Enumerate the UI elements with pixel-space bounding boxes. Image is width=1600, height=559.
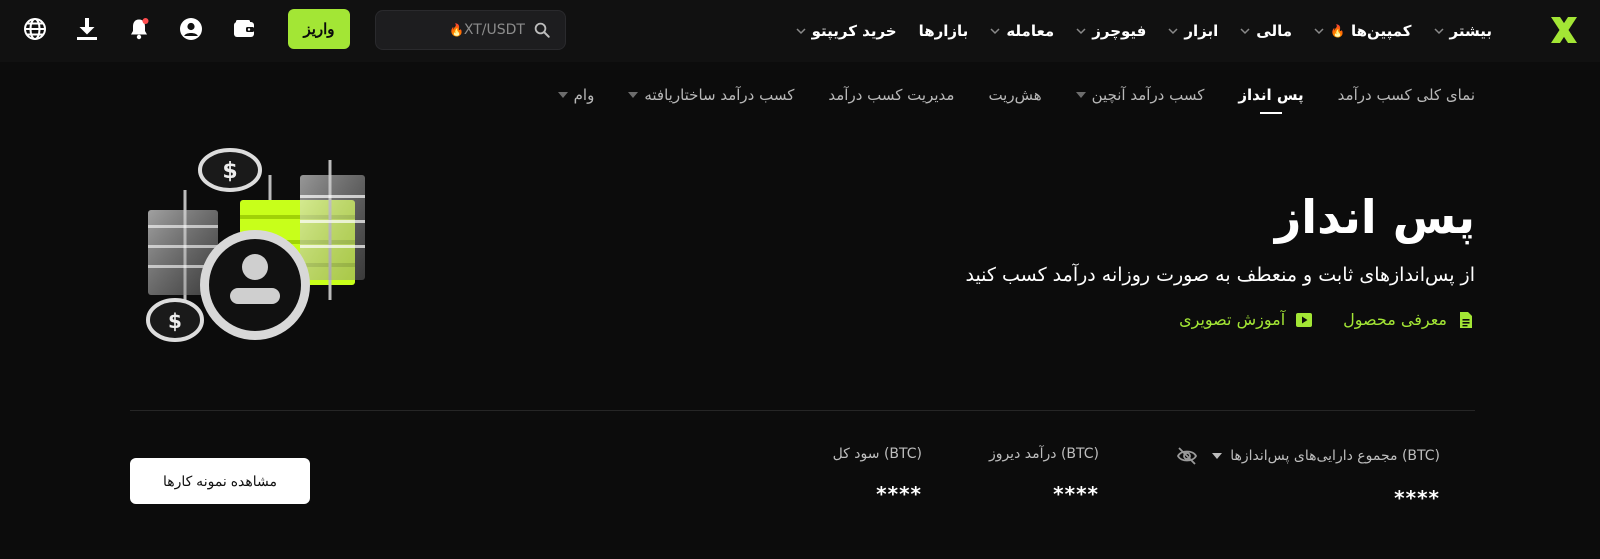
main-menu: خرید کریپتو بازارها معامله فیوچرز ابزار مالی ک… [796, 0, 1492, 62]
download-icon[interactable] [74, 16, 100, 42]
yesterday-income-value: **** [1053, 482, 1099, 506]
nav-item[interactable]: بازارها [919, 22, 969, 40]
caret-down-icon [557, 92, 568, 98]
fire-icon: 🔥 [1330, 24, 1345, 38]
nav-item[interactable]: فیوچرز [1076, 22, 1146, 40]
nav-item-label: فیوچرز [1092, 22, 1147, 40]
nav-item-label: ابزار [1184, 22, 1219, 40]
document-icon [1460, 311, 1472, 328]
fire-icon: 🔥 [448, 23, 464, 37]
total-profit-value: **** [876, 482, 922, 506]
nav-item[interactable]: کمپین‌ها 🔥 [1314, 22, 1412, 40]
hide-balance-icon[interactable] [1176, 446, 1198, 466]
video-tutorial-link[interactable]: آموزش تصویری [1179, 310, 1313, 329]
subnav-item[interactable]: وام [557, 86, 595, 104]
savings-illustration: $ $ [146, 148, 365, 342]
total-assets-label: مجموع دارایی‌های پس‌اندازها (BTC) [1230, 448, 1440, 464]
search-icon [534, 22, 550, 38]
dropdown-caret-icon[interactable] [1212, 453, 1223, 459]
chevron-down-icon [990, 28, 1000, 35]
nav-item[interactable]: بیشتر [1433, 22, 1492, 40]
nav-item-label: مالی [1256, 22, 1292, 40]
svg-text:$: $ [222, 159, 237, 184]
nav-item[interactable]: ابزار [1168, 22, 1218, 40]
nav-item-label: خرید کریپتو [811, 22, 897, 40]
deposit-button[interactable]: واریز [288, 9, 350, 49]
search-box[interactable]: 🔥XT/USDT [375, 10, 566, 50]
nav-item-label: کمپین‌ها [1350, 22, 1412, 40]
subnav-item-label: کسب درآمد ساختاریافته [644, 86, 795, 104]
product-intro-label: معرفی محصول [1343, 310, 1447, 329]
nav-item-label: بازارها [918, 22, 969, 40]
yesterday-income-stat: درآمد دیروز (BTC) **** [989, 446, 1099, 506]
caret-down-icon [1075, 92, 1086, 98]
video-tutorial-label: آموزش تصویری [1179, 310, 1286, 329]
chevron-down-icon [796, 28, 806, 35]
product-intro-link[interactable]: معرفی محصول [1343, 310, 1475, 329]
subnav-item[interactable]: پس انداز [1238, 86, 1303, 104]
total-assets-value: **** [1394, 486, 1440, 510]
globe-icon[interactable] [22, 16, 48, 42]
subnav-item-label: نمای کلی کسب درآمد [1337, 86, 1475, 104]
subnav-item-label: پس انداز [1238, 86, 1304, 104]
view-samples-button[interactable]: مشاهده نمونه کارها [130, 458, 310, 504]
subnav-item-label: کسب درآمد آنچین [1091, 86, 1205, 104]
chevron-down-icon [1314, 28, 1324, 35]
nav-item-label: معامله [1006, 22, 1055, 40]
subnav-item[interactable]: نمای کلی کسب درآمد [1338, 86, 1475, 104]
total-profit-label: سود کل (BTC) [832, 446, 922, 462]
page-title: پس انداز [1274, 190, 1475, 244]
subnav-item-label: هش‌ریت [988, 86, 1042, 104]
wallet-icon[interactable] [231, 16, 257, 42]
search-text: 🔥XT/USDT [448, 22, 525, 38]
subnav-item[interactable]: کسب درآمد آنچین [1075, 86, 1205, 104]
page-subtitle: از پس‌اندازهای ثابت و منعطف به صورت روزا… [965, 264, 1475, 286]
total-profit-stat: سود کل (BTC) **** [833, 446, 922, 506]
subnav-item[interactable]: کسب درآمد ساختاریافته [628, 86, 794, 104]
subnav-item-label: مدیریت کسب درآمد [828, 86, 955, 104]
chevron-down-icon [1433, 28, 1444, 35]
play-icon [1296, 312, 1313, 327]
divider [130, 410, 1475, 411]
subnav-item[interactable]: مدیریت کسب درآمد [828, 86, 954, 104]
total-assets-stat: مجموع دارایی‌های پس‌اندازها (BTC) **** [1140, 446, 1440, 510]
yesterday-income-label: درآمد دیروز (BTC) [988, 446, 1099, 462]
nav-item[interactable]: خرید کریپتو [796, 22, 897, 40]
hero-links: معرفی محصول آموزش تصویری [1179, 310, 1475, 329]
chevron-down-icon [1076, 28, 1086, 35]
total-assets-label-row: مجموع دارایی‌های پس‌اندازها (BTC) [1140, 446, 1440, 466]
caret-down-icon [628, 92, 639, 98]
earn-subnav: نمای کلی کسب درآمد پس انداز کسب درآمد آنچی… [557, 80, 1475, 110]
chevron-down-icon [1240, 28, 1250, 35]
subnav-item-label: وام [573, 86, 595, 104]
user-icon[interactable] [178, 16, 204, 42]
svg-text:$: $ [168, 309, 182, 333]
xt-logo[interactable] [1548, 14, 1580, 46]
subnav-item[interactable]: هش‌ریت [988, 86, 1041, 104]
notification-bell-icon[interactable] [126, 16, 152, 42]
top-navbar: خرید کریپتو بازارها معامله فیوچرز ابزار مالی ک… [0, 0, 1600, 62]
nav-item[interactable]: معامله [990, 22, 1054, 40]
nav-item-label: بیشتر [1449, 22, 1492, 40]
nav-item[interactable]: مالی [1240, 22, 1292, 40]
chevron-down-icon [1168, 28, 1178, 35]
